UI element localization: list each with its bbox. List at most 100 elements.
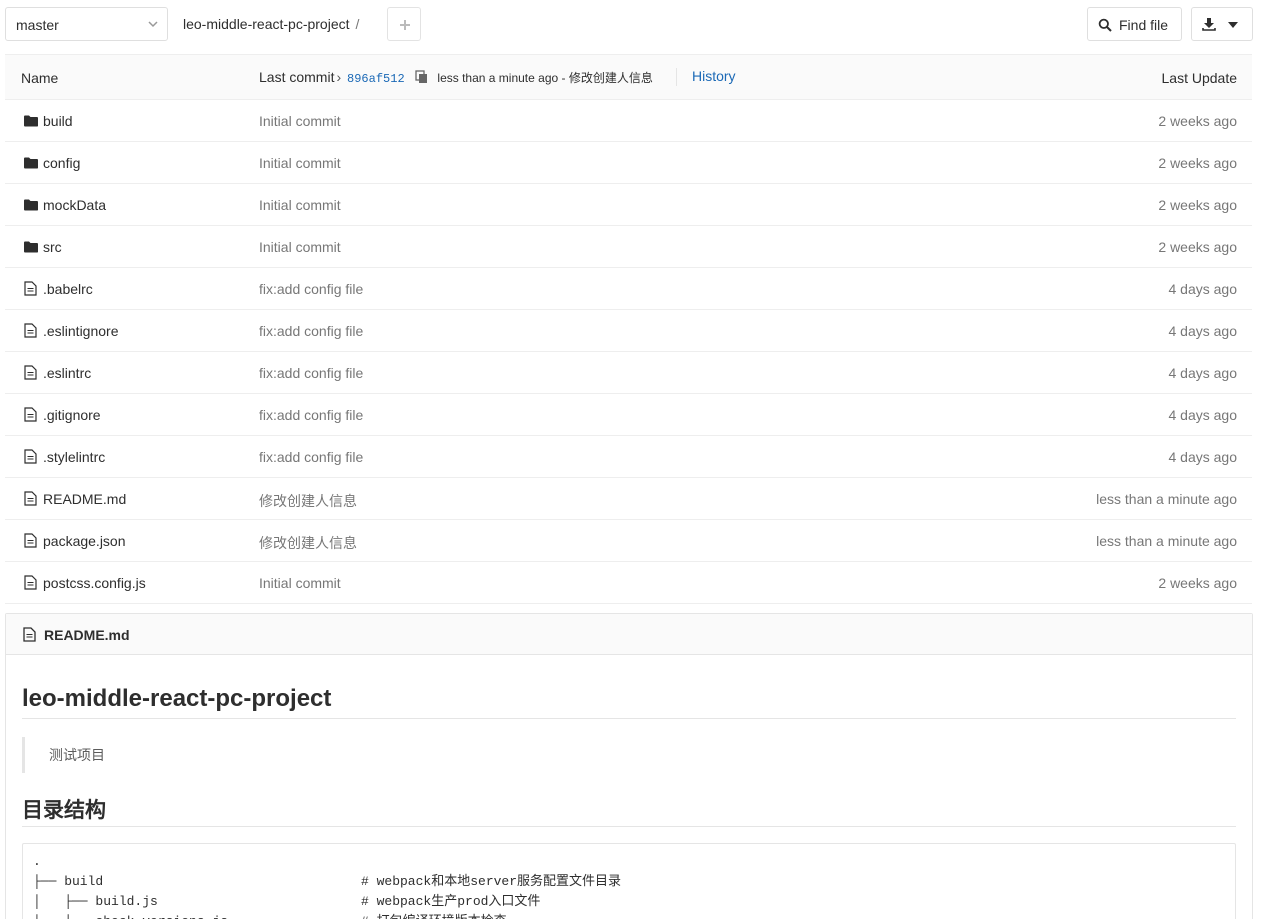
file-name-link[interactable]: .stylelintrc (43, 449, 105, 465)
table-row[interactable]: postcss.config.js Initial commit 2 weeks a… (5, 562, 1252, 604)
table-row[interactable]: src Initial commit 2 weeks ago (5, 226, 1252, 268)
file-name-link[interactable]: src (43, 239, 62, 255)
table-row[interactable]: mockData Initial commit 2 weeks ago (5, 184, 1252, 226)
table-row[interactable]: .eslintignore fix:add config file 4 days a… (5, 310, 1252, 352)
commit-message-link[interactable]: Initial commit (259, 239, 341, 255)
commit-message-link[interactable]: Initial commit (259, 155, 341, 171)
file-name-link[interactable]: build (43, 113, 73, 129)
divider (22, 718, 1236, 719)
code-line-comment: # webpack生产prod入口文件 (361, 894, 541, 909)
file-icon (24, 323, 37, 341)
branch-selector[interactable]: master (5, 7, 168, 41)
file-icon (24, 575, 37, 593)
last-update-time: less than a minute ago (1096, 533, 1237, 549)
last-update-time: less than a minute ago (1096, 491, 1237, 507)
commit-message-link[interactable]: Initial commit (259, 197, 341, 213)
file-icon (24, 281, 37, 299)
last-update-time: 2 weeks ago (1158, 113, 1237, 129)
file-name-link[interactable]: config (43, 155, 80, 171)
file-icon (24, 449, 37, 467)
last-update-time: 2 weeks ago (1158, 197, 1237, 213)
file-name-link[interactable]: .babelrc (43, 281, 93, 297)
find-file-button[interactable]: Find file (1087, 7, 1182, 41)
commit-message-link[interactable]: fix:add config file (259, 281, 363, 297)
last-update-time: 4 days ago (1168, 449, 1238, 465)
table-row[interactable]: build Initial commit 2 weeks ago (5, 100, 1252, 142)
chevron-down-icon (148, 21, 158, 28)
table-row[interactable]: .eslintrc fix:add config file 4 days ago (5, 352, 1252, 394)
code-line: │ ├── check-versions.js # 打包编译环境版本检查 (33, 912, 1225, 919)
readme-filename[interactable]: README.md (44, 627, 130, 643)
breadcrumb-separator: / (355, 16, 360, 32)
commit-message-link[interactable]: 修改创建人信息 (259, 491, 357, 511)
caret-down-icon (1228, 22, 1238, 28)
code-line-comment: # 打包编译环境版本检查 (361, 912, 507, 919)
file-icon (23, 627, 36, 642)
code-line: │ ├── build.js # webpack生产prod入口文件 (33, 892, 1225, 912)
file-name-link[interactable]: package.json (43, 533, 126, 549)
file-name-link[interactable]: README.md (43, 491, 126, 507)
section-heading: 目录结构 (22, 799, 106, 822)
commit-message-link[interactable]: 修改创建人信息 (259, 533, 357, 553)
branch-name: master (16, 17, 59, 33)
file-icon (24, 533, 37, 551)
add-file-button[interactable] (387, 7, 421, 41)
code-block: . ├── build # webpack和本地server服务配置文件目录 │ ├─… (22, 843, 1236, 919)
table-row[interactable]: package.json 修改创建人信息 less than a minute ag… (5, 520, 1252, 562)
table-header: Name Last commit › 896af512 less than a m… (5, 55, 1252, 100)
last-commit-header: Last commit › 896af512 less than a minute… (259, 69, 653, 86)
file-icon (24, 407, 37, 425)
code-line-text: │ ├── build.js (33, 894, 158, 909)
search-icon (1098, 18, 1112, 32)
download-dropdown-button[interactable] (1191, 7, 1253, 41)
file-tree-table: Name Last commit › 896af512 less than a m… (5, 54, 1252, 604)
folder-icon (24, 156, 38, 172)
column-name-header: Name (21, 70, 59, 86)
last-update-time: 4 days ago (1168, 281, 1238, 297)
last-update-time: 4 days ago (1168, 365, 1238, 381)
code-line: ├── build # webpack和本地server服务配置文件目录 (33, 872, 1225, 892)
readme-header: README.md (6, 614, 1252, 655)
repo-toolbar: master leo-middle-react-pc-project / Find… (0, 0, 1261, 50)
file-name-link[interactable]: mockData (43, 197, 106, 213)
history-link[interactable]: History (676, 68, 736, 86)
breadcrumb: leo-middle-react-pc-project / (183, 16, 359, 32)
table-row[interactable]: README.md 修改创建人信息 less than a minute ago (5, 478, 1252, 520)
divider (22, 826, 1236, 827)
commit-sha-link[interactable]: 896af512 (347, 72, 405, 86)
code-line: . (33, 852, 1225, 872)
commit-message-link[interactable]: fix:add config file (259, 365, 363, 381)
readme-title: leo-middle-react-pc-project (22, 685, 332, 712)
folder-icon (24, 114, 38, 130)
last-update-time: 2 weeks ago (1158, 239, 1237, 255)
file-name-link[interactable]: .gitignore (43, 407, 101, 423)
file-icon (24, 491, 37, 509)
readme-panel: README.md leo-middle-react-pc-project 测试… (5, 613, 1253, 919)
chevron-right-icon: › (336, 69, 342, 85)
last-update-header: Last Update (1161, 70, 1238, 86)
last-update-time: 2 weeks ago (1158, 575, 1237, 591)
folder-icon (24, 240, 38, 256)
file-name-link[interactable]: .eslintignore (43, 323, 119, 339)
file-name-link[interactable]: .eslintrc (43, 365, 91, 381)
table-row[interactable]: config Initial commit 2 weeks ago (5, 142, 1252, 184)
last-update-time: 4 days ago (1168, 407, 1238, 423)
table-row[interactable]: .gitignore fix:add config file 4 days ago (5, 394, 1252, 436)
commit-message-link[interactable]: fix:add config file (259, 407, 363, 423)
commit-message-link[interactable]: Initial commit (259, 575, 341, 591)
code-line-comment: # webpack和本地server服务配置文件目录 (361, 874, 622, 889)
file-name-link[interactable]: postcss.config.js (43, 575, 146, 591)
commit-message-link[interactable]: Initial commit (259, 113, 341, 129)
last-update-time: 4 days ago (1168, 323, 1238, 339)
last-commit-label: Last commit (259, 69, 335, 85)
find-file-label: Find file (1119, 17, 1169, 33)
copy-icon[interactable] (414, 70, 428, 84)
readme-blockquote: 测试项目 (22, 737, 105, 773)
breadcrumb-project[interactable]: leo-middle-react-pc-project (183, 16, 350, 32)
download-icon (1202, 18, 1216, 31)
table-row[interactable]: .stylelintrc fix:add config file 4 days ag… (5, 436, 1252, 478)
code-line-text: ├── build (33, 874, 104, 889)
commit-message-link[interactable]: fix:add config file (259, 449, 363, 465)
commit-message-link[interactable]: fix:add config file (259, 323, 363, 339)
table-row[interactable]: .babelrc fix:add config file 4 days ago (5, 268, 1252, 310)
